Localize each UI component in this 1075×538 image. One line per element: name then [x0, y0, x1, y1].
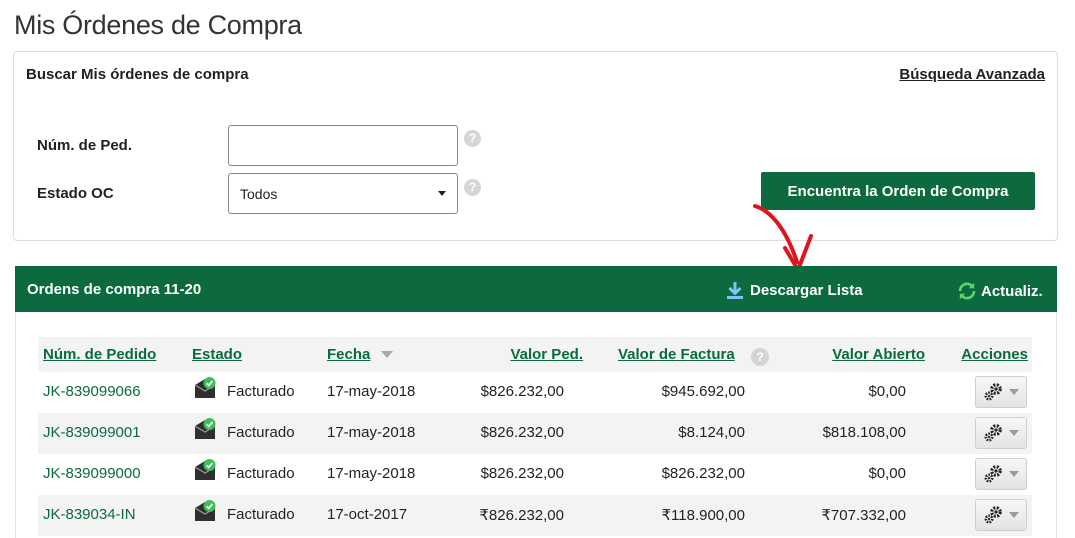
order-value: $826.232,00 — [480, 465, 564, 482]
order-value: ₹826.232,00 — [479, 507, 564, 524]
gear-icon — [984, 383, 1002, 401]
gear-icon — [984, 424, 1002, 442]
order-number-link[interactable]: JK-839099066 — [43, 383, 141, 400]
column-open-value[interactable]: Valor Abierto — [832, 346, 925, 363]
invoiced-envelope-icon — [194, 418, 216, 439]
invoiced-envelope-icon — [194, 377, 216, 398]
status-text: Facturado — [227, 465, 295, 482]
order-number-link[interactable]: JK-839034-IN — [43, 506, 136, 523]
table-row: JK-839099001 Facturado 17-may-2018 $826.… — [38, 413, 1032, 454]
advanced-search-link[interactable]: Búsqueda Avanzada — [899, 66, 1045, 83]
date-text: 17-may-2018 — [327, 383, 416, 400]
open-value: $0,00 — [868, 383, 906, 400]
open-value: ₹707.332,00 — [821, 507, 906, 524]
question-circle-icon[interactable]: ? — [464, 179, 481, 196]
invoiced-envelope-icon — [194, 500, 216, 521]
question-circle-icon[interactable]: ? — [751, 348, 769, 366]
date-text: 17-oct-2017 — [327, 506, 408, 523]
column-invoice-value[interactable]: Valor de Factura — [618, 346, 735, 363]
gear-icon — [984, 506, 1002, 524]
order-number-link[interactable]: JK-839099000 — [43, 465, 141, 482]
question-circle-icon[interactable]: ? — [464, 130, 481, 147]
chevron-down-icon — [438, 191, 446, 196]
open-value: $0,00 — [868, 465, 906, 482]
chevron-down-icon — [1009, 389, 1019, 395]
download-icon — [727, 282, 743, 299]
column-date[interactable]: Fecha — [327, 346, 370, 363]
chevron-down-icon — [1009, 512, 1019, 518]
gear-icon — [984, 465, 1002, 483]
search-heading: Buscar Mis órdenes de compra — [26, 66, 249, 83]
sort-desc-icon[interactable] — [381, 351, 393, 358]
refresh-button[interactable]: Actualiz. — [956, 280, 1043, 302]
download-list-label: Descargar Lista — [750, 281, 863, 299]
order-number-input[interactable] — [228, 125, 458, 166]
chevron-down-icon — [1009, 430, 1019, 436]
invoiced-envelope-icon — [194, 459, 216, 480]
invoice-value: $826.232,00 — [661, 465, 745, 482]
table-row: JK-839099066 Facturado 17-may-2018 $826.… — [38, 372, 1032, 413]
invoice-value: $8.124,00 — [678, 424, 745, 441]
status-text: Facturado — [227, 383, 295, 400]
results-title: Ordens de compra 11-20 — [27, 281, 202, 298]
column-order-value[interactable]: Valor Ped. — [510, 346, 583, 363]
order-value: $826.232,00 — [480, 424, 564, 441]
column-status[interactable]: Estado — [192, 346, 242, 363]
invoice-value: $945.692,00 — [661, 383, 745, 400]
chevron-down-icon — [1009, 471, 1019, 477]
date-text: 17-may-2018 — [327, 424, 416, 441]
order-number-label: Núm. de Ped. — [37, 137, 133, 154]
actions-menu-button[interactable] — [975, 458, 1027, 490]
order-number-link[interactable]: JK-839099001 — [43, 424, 141, 441]
actions-menu-button[interactable] — [975, 499, 1027, 531]
table-row: JK-839099000 Facturado 17-may-2018 $826.… — [38, 454, 1032, 495]
po-status-value: Todos — [240, 185, 278, 202]
order-value: $826.232,00 — [480, 383, 564, 400]
status-text: Facturado — [227, 424, 295, 441]
search-panel: Buscar Mis órdenes de compra Búsqueda Av… — [13, 51, 1058, 241]
refresh-icon — [958, 282, 976, 300]
results-header: Ordens de compra 11-20 Descargar Lista A… — [15, 266, 1057, 312]
page-title: Mis Órdenes de Compra — [14, 10, 302, 40]
actions-menu-button[interactable] — [975, 376, 1027, 408]
open-value: $818.108,00 — [822, 424, 906, 441]
po-status-label: Estado OC — [37, 185, 114, 202]
status-text: Facturado — [227, 506, 295, 523]
invoice-value: ₹118.900,00 — [661, 507, 745, 524]
date-text: 17-may-2018 — [327, 465, 416, 482]
column-actions[interactable]: Acciones — [961, 346, 1028, 363]
table-header: Núm. de Pedido Estado Fecha Valor Ped. V… — [38, 337, 1032, 372]
column-order-number[interactable]: Núm. de Pedido — [43, 346, 156, 363]
actions-menu-button[interactable] — [975, 417, 1027, 449]
refresh-label: Actualiz. — [981, 282, 1043, 300]
table-row: JK-839034-IN Facturado 17-oct-2017 ₹826.… — [38, 495, 1032, 536]
po-status-select[interactable]: Todos — [228, 173, 458, 214]
download-list-button[interactable]: Descargar Lista — [725, 280, 863, 300]
